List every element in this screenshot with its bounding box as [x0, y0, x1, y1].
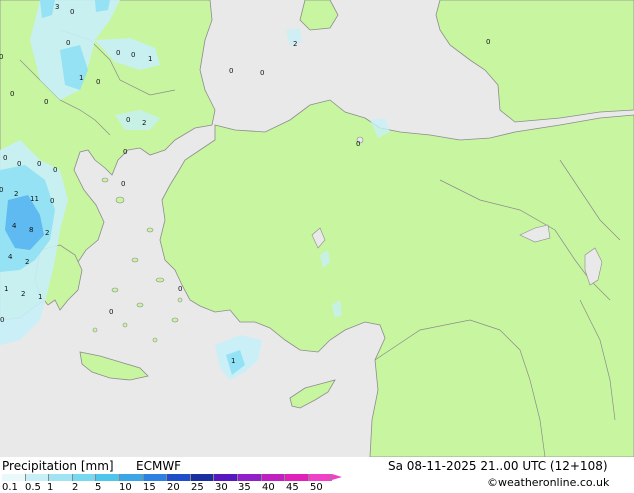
scale-tick-label: 15 [143, 482, 156, 493]
scale-tick-label: 20 [167, 482, 180, 493]
scale-swatch [261, 474, 286, 481]
forecast-datetime: Sa 08-11-2025 21..00 UTC (12+108) [388, 459, 608, 473]
precip-label: 0 [0, 186, 3, 194]
scale-arrow [332, 474, 343, 480]
scale-swatch [308, 474, 333, 481]
scale-tick-label: 45 [286, 482, 299, 493]
scale-tick-label: 10 [119, 482, 132, 493]
precip-label: 2 [142, 119, 146, 127]
precip-label: 0 [0, 53, 3, 61]
precip-label: 0 [10, 90, 14, 98]
legend-title: Precipitation [mm] [2, 459, 114, 473]
precip-label: 0 [37, 160, 41, 168]
scale-swatch [49, 474, 73, 481]
scale-swatch [238, 474, 262, 481]
scale-swatch [2, 474, 26, 481]
precip-label: 3 [55, 3, 59, 11]
precip-label: 1 [231, 357, 235, 365]
precipitation-map: 3 0 2 0 0 1 1 0 0 0 0 0 0 0 0 2 0 0 0 0 … [0, 0, 634, 457]
map-area: 3 0 2 0 0 1 1 0 0 0 0 0 0 0 0 2 0 0 0 0 … [0, 0, 634, 457]
scale-tick-label: 2 [72, 482, 79, 493]
precip-label: 0 [66, 39, 70, 47]
precip-label: 0 [3, 154, 7, 162]
scale-swatch [167, 474, 191, 481]
precip-label: 1 [79, 74, 83, 82]
precip-color-scale [2, 474, 343, 481]
scale-swatch [214, 474, 238, 481]
scale-swatch [143, 474, 168, 481]
precip-label: 0 [53, 166, 57, 174]
scale-tick-label: 40 [262, 482, 275, 493]
precip-label: 1 [38, 293, 42, 301]
precip-label: 2 [14, 190, 18, 198]
precip-label: 0 [109, 308, 113, 316]
scale-tick-label: 5 [95, 482, 102, 493]
precip-label: 0 [70, 8, 74, 16]
precip-label: 0 [0, 316, 4, 324]
scale-tick-label: 35 [238, 482, 251, 493]
precip-label: 1 [148, 55, 152, 63]
precip-label: 0 [116, 49, 120, 57]
precip-label: 0 [260, 69, 264, 77]
scale-swatch [190, 474, 215, 481]
precip-label: 0 [131, 51, 135, 59]
precip-label: 0 [17, 160, 21, 168]
precip-label: 2 [293, 40, 297, 48]
precip-label: 0 [126, 116, 130, 124]
scale-swatch [285, 474, 309, 481]
scale-tick-label: 30 [215, 482, 228, 493]
precip-label: 0 [44, 98, 48, 106]
precip-label: 0 [178, 285, 182, 293]
scale-swatch [25, 474, 50, 481]
precip-label: 0 [229, 67, 233, 75]
scale-swatch [72, 474, 97, 481]
scale-tick-label: 0.5 [25, 482, 41, 493]
scale-tick-label: 1 [47, 482, 54, 493]
precip-label: 2 [21, 290, 25, 298]
precip-label: 4 [8, 253, 13, 261]
scale-tick-label: 25 [191, 482, 204, 493]
precip-label: 4 [12, 222, 17, 230]
precip-label: 11 [30, 195, 39, 203]
precip-label: 0 [486, 38, 490, 46]
precip-label: 0 [123, 148, 127, 156]
site-credit[interactable]: ©weatheronline.co.uk [487, 476, 609, 489]
model-name: ECMWF [136, 459, 182, 473]
precip-label: 2 [25, 258, 29, 266]
precip-label: 0 [356, 140, 360, 148]
scale-tick-label: 0.1 [2, 482, 18, 493]
scale-tick-label: 50 [310, 482, 323, 493]
precip-label: 1 [4, 285, 8, 293]
precip-label: 0 [96, 78, 100, 86]
precip-label: 0 [121, 180, 125, 188]
precip-label: 2 [45, 229, 49, 237]
scale-swatch [120, 474, 144, 481]
precip-label: 8 [29, 226, 33, 234]
scale-swatch [96, 474, 120, 481]
precip-label: 0 [50, 197, 54, 205]
